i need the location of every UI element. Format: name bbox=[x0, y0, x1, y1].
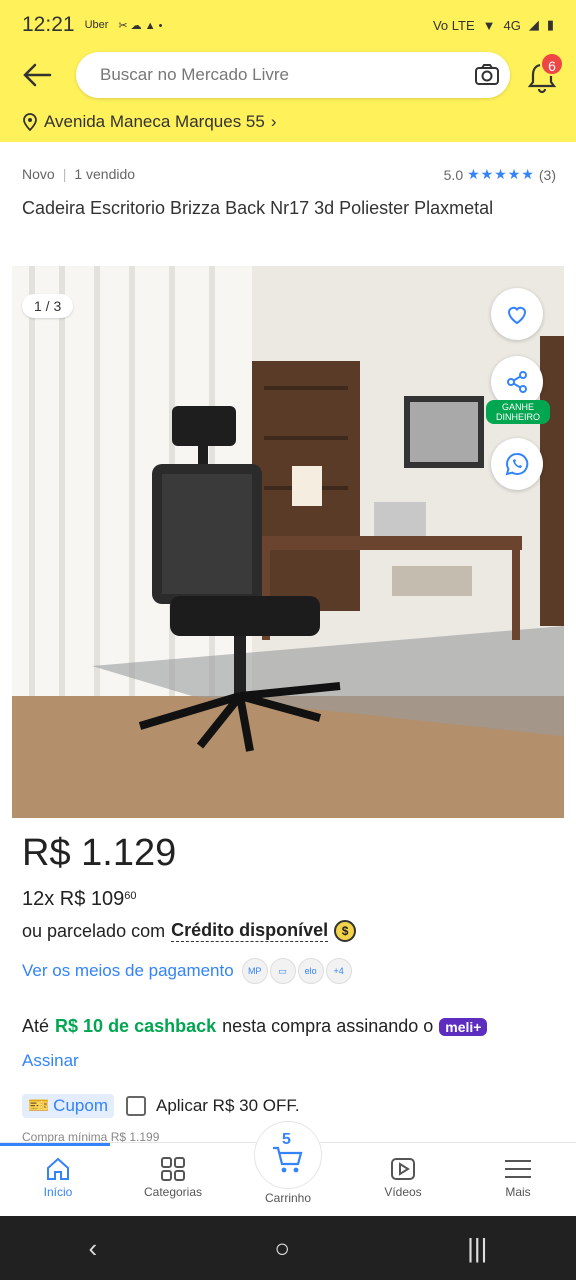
more-payments-count: +4 bbox=[325, 958, 352, 984]
meta-divider: | bbox=[62, 166, 67, 182]
share-earn-label: GANHE DINHEIRO bbox=[486, 400, 550, 424]
payment-icons: MP ▭ elo +4 bbox=[241, 958, 352, 984]
product-image[interactable]: 1 / 3 GANHE DINHEIRO bbox=[12, 266, 564, 818]
signal-icon: ◢ bbox=[528, 17, 539, 32]
system-back-icon[interactable]: ‹ bbox=[89, 1233, 98, 1264]
installments-value: 12x R$ 109 bbox=[22, 888, 125, 910]
wifi-icon: ▼ bbox=[482, 17, 496, 33]
cashback-line: Até R$ 10 de cashback nesta compra assin… bbox=[22, 1016, 488, 1037]
nav-more-label: Mais bbox=[505, 1185, 531, 1199]
whatsapp-icon bbox=[505, 452, 529, 476]
back-arrow-icon[interactable] bbox=[20, 58, 56, 94]
heart-icon bbox=[507, 306, 527, 325]
top-header: Buscar no Mercado Livre 6 Avenida Maneca… bbox=[0, 50, 576, 142]
cart-count: 5 bbox=[282, 1131, 291, 1148]
card-icon: ▭ bbox=[269, 958, 296, 984]
status-time: 12:21 bbox=[22, 13, 75, 36]
system-nav-bar: ‹ ○ ||| bbox=[0, 1216, 576, 1280]
product-meta: Novo | 1 vendido 5.0 ★★★★★ (3) bbox=[22, 166, 556, 183]
search-input[interactable]: Buscar no Mercado Livre bbox=[76, 52, 510, 98]
notification-badge: 6 bbox=[540, 52, 564, 76]
share-icon bbox=[507, 371, 527, 393]
coupon-row: 🎫 Cupom Aplicar R$ 30 OFF. bbox=[22, 1094, 300, 1118]
nav-categories-label: Categorias bbox=[143, 1185, 203, 1199]
address-link[interactable]: Avenida Maneca Marques 55 › bbox=[22, 112, 277, 132]
cashback-prefix: Até bbox=[22, 1016, 50, 1036]
coupon-minimum: Compra mínima R$ 1.199 bbox=[22, 1130, 160, 1142]
camera-icon[interactable] bbox=[474, 62, 500, 88]
nav-categories[interactable]: Categorias bbox=[123, 1153, 223, 1199]
address-text: Avenida Maneca Marques 55 bbox=[44, 112, 265, 131]
ticket-icon: 🎫 bbox=[28, 1096, 50, 1115]
coin-icon: $ bbox=[334, 920, 357, 942]
grid-icon bbox=[161, 1157, 185, 1181]
product-title: Cadeira Escritorio Brizza Back Nr17 3d P… bbox=[22, 198, 494, 218]
whatsapp-button[interactable] bbox=[491, 438, 543, 490]
product-price: R$ 1.129 bbox=[22, 832, 177, 874]
product-rating[interactable]: 5.0 ★★★★★ (3) bbox=[444, 166, 556, 183]
meli-plus-logo: meli+ bbox=[439, 1017, 488, 1036]
review-count: (3) bbox=[538, 166, 556, 183]
cashback-suffix: nesta compra assinando o bbox=[222, 1016, 434, 1036]
credit-prefix: ou parcelado com bbox=[22, 920, 166, 941]
chevron-right-icon: › bbox=[270, 112, 277, 131]
elo-icon: elo bbox=[297, 958, 324, 984]
installments: 12x R$ 10960 bbox=[22, 888, 137, 911]
nav-home[interactable]: Início bbox=[8, 1153, 108, 1199]
nav-home-label: Início bbox=[43, 1185, 73, 1199]
nav-more[interactable]: Mais bbox=[468, 1153, 568, 1199]
cashback-amount: R$ 10 de cashback bbox=[55, 1016, 217, 1036]
rating-value: 5.0 bbox=[443, 166, 464, 183]
mercadopago-icon: MP bbox=[241, 958, 268, 984]
system-recents-icon[interactable]: ||| bbox=[467, 1233, 487, 1264]
menu-icon bbox=[505, 1160, 531, 1178]
chair-photo bbox=[12, 266, 564, 818]
coupon-label: Cupom bbox=[53, 1096, 108, 1115]
video-icon bbox=[391, 1158, 415, 1180]
status-bar: 12:21 Uber ✂ ☁ ▲ • Vo LTE ▼ 4G ◢ ▮ bbox=[0, 0, 576, 50]
product-condition: Novo bbox=[22, 166, 55, 182]
nav-videos-label: Vídeos bbox=[384, 1185, 422, 1199]
nav-videos[interactable]: Vídeos bbox=[353, 1153, 453, 1199]
image-counter: 1 / 3 bbox=[22, 294, 74, 318]
stars-icon: ★★★★★ bbox=[467, 166, 535, 182]
installments-cents: 60 bbox=[124, 890, 137, 902]
system-home-icon[interactable]: ○ bbox=[274, 1233, 290, 1264]
active-tab-indicator bbox=[0, 1143, 110, 1146]
status-app-icons: ✂ ☁ ▲ • bbox=[118, 19, 163, 32]
status-signal: 4G bbox=[503, 17, 521, 33]
nav-cart[interactable]: Carrinho bbox=[238, 1191, 338, 1205]
coupon-tag: 🎫 Cupom bbox=[22, 1094, 114, 1118]
battery-icon: ▮ bbox=[546, 17, 554, 32]
bottom-nav: Início Categorias 5 Carrinho Vídeos Mais bbox=[0, 1121, 576, 1216]
status-right: Vo LTE ▼ 4G ◢ ▮ bbox=[433, 17, 554, 33]
home-icon bbox=[47, 1157, 69, 1180]
status-network: Vo LTE bbox=[432, 17, 475, 33]
credit-available-link[interactable]: Crédito disponível bbox=[171, 920, 329, 942]
search-placeholder: Buscar no Mercado Livre bbox=[100, 65, 289, 84]
apply-coupon-checkbox[interactable] bbox=[125, 1096, 146, 1116]
credit-line: ou parcelado com Crédito disponível $ bbox=[22, 920, 357, 942]
location-pin-icon bbox=[23, 113, 37, 131]
payment-methods-link[interactable]: Ver os meios de pagamento bbox=[22, 961, 234, 981]
subscribe-link[interactable]: Assinar bbox=[22, 1051, 79, 1071]
product-sold: 1 vendido bbox=[74, 166, 136, 182]
favorite-button[interactable] bbox=[491, 288, 543, 340]
apply-coupon-text: Aplicar R$ 30 OFF. bbox=[155, 1096, 300, 1115]
nav-cart-label: Carrinho bbox=[264, 1191, 312, 1205]
payment-methods-row[interactable]: Ver os meios de pagamento MP ▭ elo +4 bbox=[22, 958, 352, 984]
status-app-uber: Uber bbox=[84, 19, 109, 31]
